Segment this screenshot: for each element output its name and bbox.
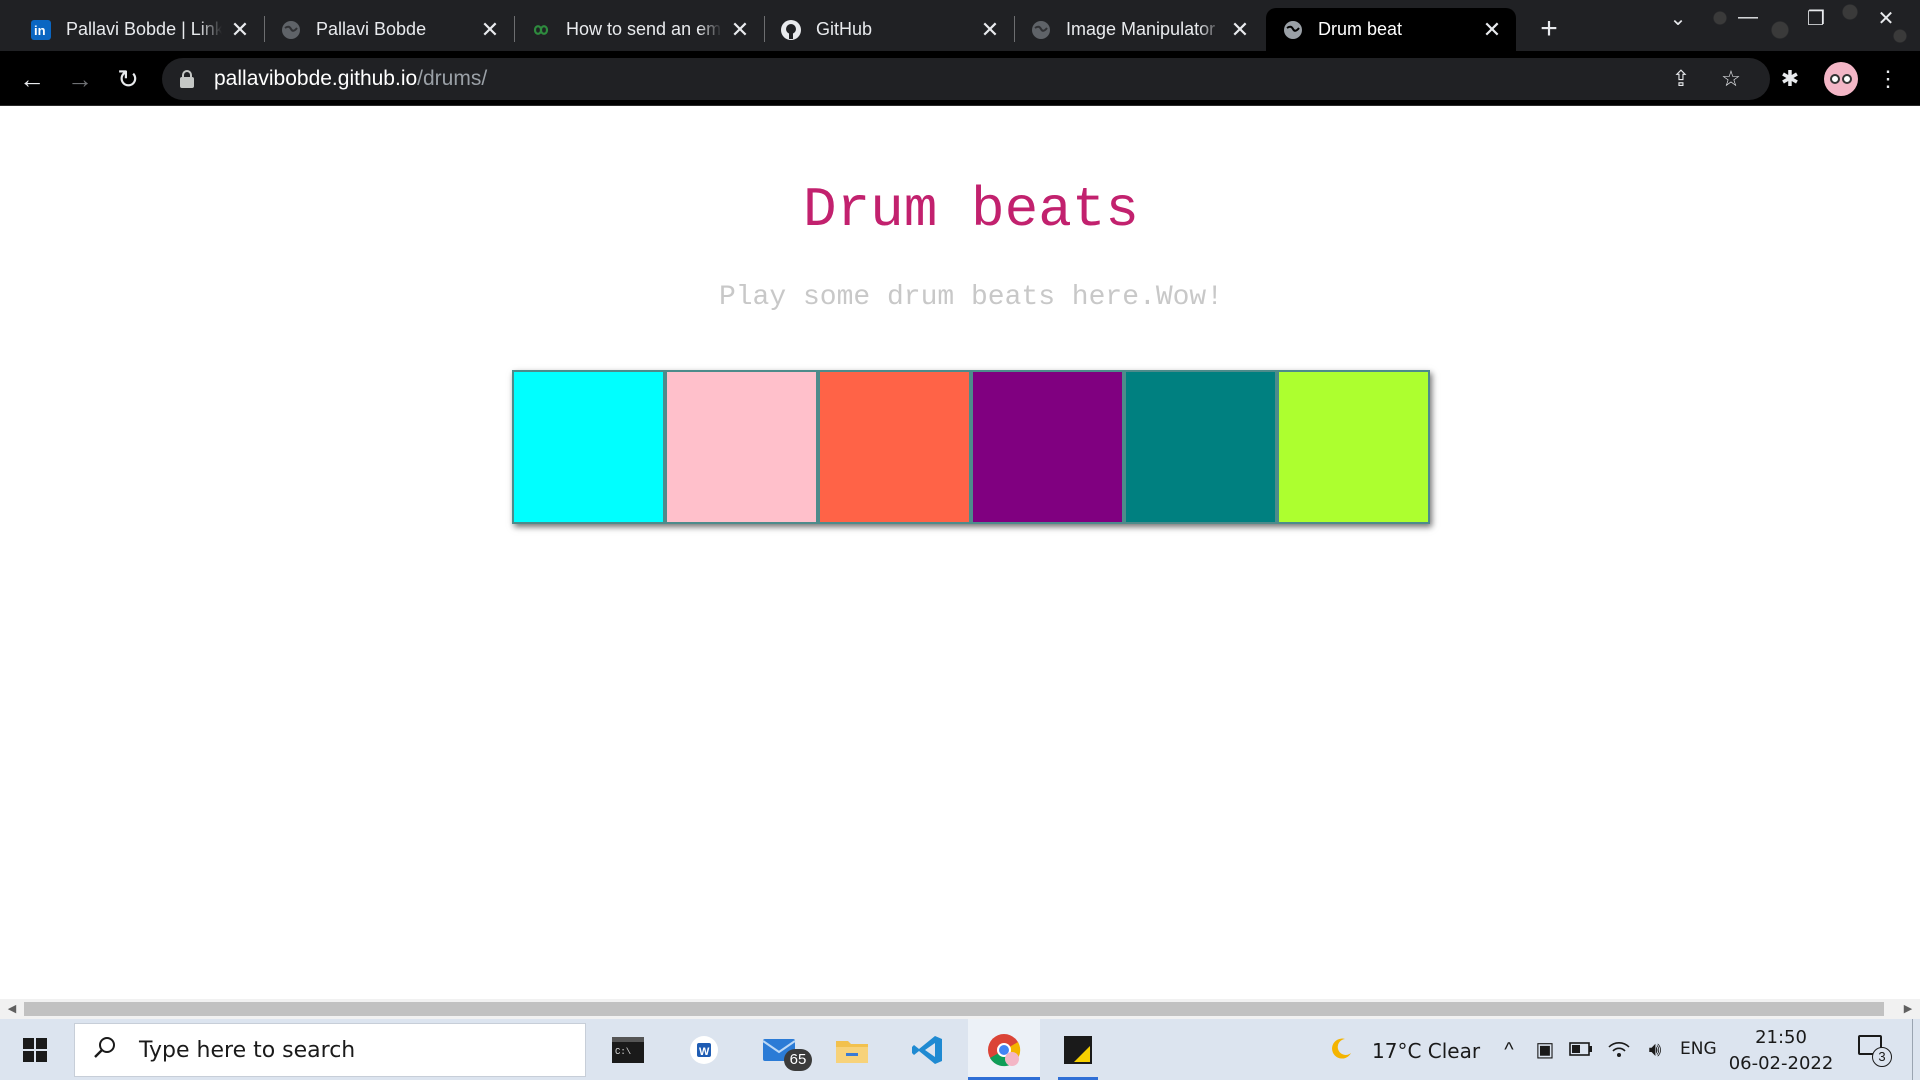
- close-icon[interactable]: ✕: [730, 18, 750, 40]
- infinity-icon: [530, 19, 552, 41]
- mail-app[interactable]: 65: [744, 1019, 816, 1080]
- tab-title: GitHub: [816, 19, 873, 39]
- drum-pad-4[interactable]: [971, 370, 1124, 524]
- tab-image-manipulator[interactable]: Image Manipulator ✕: [1014, 8, 1264, 51]
- close-icon[interactable]: ✕: [480, 18, 500, 40]
- windows-taskbar: Type here to search C:\ W 65 17°C Clear …: [0, 1019, 1920, 1080]
- clock-date: 06-02-2022: [1728, 1053, 1834, 1074]
- moon-weather-icon[interactable]: [1328, 1037, 1354, 1063]
- lock-icon[interactable]: [180, 70, 194, 88]
- word-app[interactable]: W: [668, 1019, 740, 1080]
- terminal-app[interactable]: C:\: [592, 1019, 664, 1080]
- word-icon: W: [690, 1035, 718, 1064]
- drum-pad-5[interactable]: [1124, 370, 1277, 524]
- notification-center-icon[interactable]: 3: [1856, 1033, 1892, 1067]
- profile-avatar[interactable]: [1824, 62, 1858, 96]
- url-host: pallavibobde.github.io: [214, 67, 418, 90]
- back-arrow-icon[interactable]: ←: [12, 59, 52, 99]
- url-path: /drums/: [417, 67, 488, 90]
- window-close-icon[interactable]: ✕: [1866, 6, 1906, 31]
- svg-text:C:\: C:\: [615, 1047, 631, 1057]
- browser-toolbar: ← → ↻ pallavibobde.github.io/drums/ ⇪ ☆ …: [0, 51, 1920, 106]
- minimize-icon[interactable]: —: [1728, 6, 1768, 29]
- globe-icon: [280, 19, 302, 41]
- language-indicator[interactable]: ENG: [1680, 1039, 1717, 1059]
- close-icon[interactable]: ✕: [1230, 18, 1250, 40]
- meet-now-icon[interactable]: ▣: [1532, 1037, 1558, 1063]
- tab-linkedin[interactable]: in Pallavi Bobde | LinkedIn ✕: [14, 8, 264, 51]
- tab-github[interactable]: GitHub ✕: [764, 8, 1014, 51]
- scroll-left-arrow-icon[interactable]: ◀: [2, 999, 22, 1019]
- tab-title: Pallavi Bobde: [316, 19, 427, 39]
- vscode-icon: [912, 1035, 942, 1064]
- web-page: Drum beats Play some drum beats here.Wow…: [0, 106, 1920, 999]
- scroll-right-arrow-icon[interactable]: ▶: [1898, 999, 1918, 1019]
- tab-title: How to send an email: [566, 19, 722, 39]
- drum-pad-6[interactable]: [1277, 370, 1430, 524]
- svg-text:W: W: [699, 1046, 710, 1058]
- drum-pads: [512, 370, 1430, 524]
- tab-title: Drum beat: [1318, 19, 1403, 39]
- restore-icon[interactable]: ❐: [1796, 6, 1836, 31]
- sticky-notes-app[interactable]: [1042, 1019, 1114, 1080]
- tab-search-chevron-icon[interactable]: ⌄: [1658, 6, 1698, 31]
- start-button[interactable]: [0, 1019, 70, 1080]
- horizontal-scrollbar[interactable]: ◀ ▶: [0, 999, 1920, 1019]
- sticky-notes-icon: [1064, 1035, 1092, 1064]
- linkedin-icon: in: [30, 19, 52, 41]
- battery-icon[interactable]: [1568, 1037, 1594, 1063]
- page-heading: Drum beats: [802, 178, 1140, 242]
- reload-icon[interactable]: ↻: [108, 59, 148, 99]
- close-icon[interactable]: ✕: [980, 18, 1000, 40]
- close-icon[interactable]: ✕: [230, 18, 250, 40]
- notification-count: 3: [1872, 1047, 1892, 1067]
- address-bar[interactable]: pallavibobde.github.io/drums/ ⇪ ☆: [162, 58, 1770, 100]
- vscode-app[interactable]: [892, 1019, 964, 1080]
- terminal-icon: C:\: [612, 1036, 644, 1063]
- clock[interactable]: 21:50 06-02-2022: [1716, 1025, 1846, 1077]
- chrome-app[interactable]: [968, 1019, 1040, 1080]
- tab-drum-beat[interactable]: Drum beat ✕: [1266, 8, 1516, 51]
- scrollbar-thumb[interactable]: [24, 1002, 1884, 1016]
- tab-title: Pallavi Bobde | LinkedIn: [66, 19, 222, 39]
- show-desktop-button[interactable]: [1912, 1019, 1913, 1080]
- chrome-icon: [988, 1033, 1021, 1066]
- taskbar-search-box[interactable]: Type here to search: [74, 1023, 586, 1077]
- wifi-icon[interactable]: [1606, 1037, 1632, 1063]
- github-icon: [780, 19, 802, 41]
- search-placeholder: Type here to search: [139, 1037, 356, 1063]
- volume-icon[interactable]: 🔊︎: [1642, 1037, 1668, 1063]
- new-tab-button[interactable]: +: [1528, 12, 1570, 48]
- forward-arrow-icon[interactable]: →: [60, 59, 100, 99]
- menu-kebab-icon[interactable]: ⋮: [1870, 61, 1906, 97]
- mail-badge: 65: [784, 1049, 812, 1071]
- tab-send-email[interactable]: How to send an email ✕: [514, 8, 764, 51]
- clock-time: 21:50: [1755, 1027, 1807, 1048]
- share-icon[interactable]: ⇪: [1666, 64, 1696, 94]
- tab-strip: in Pallavi Bobde | LinkedIn ✕ Pallavi Bo…: [0, 0, 1920, 51]
- search-icon: [93, 1035, 121, 1066]
- weather-text[interactable]: 17°C Clear: [1372, 1039, 1480, 1063]
- globe-icon: [1282, 19, 1304, 41]
- drum-pad-3[interactable]: [818, 370, 971, 524]
- file-explorer-app[interactable]: [816, 1019, 888, 1080]
- svg-text:in: in: [34, 23, 46, 38]
- folder-icon: [836, 1040, 868, 1063]
- close-icon[interactable]: ✕: [1482, 18, 1502, 40]
- chevron-up-icon[interactable]: ^: [1496, 1037, 1522, 1063]
- extensions-puzzle-icon[interactable]: ✱: [1772, 61, 1808, 97]
- globe-icon: [1030, 19, 1052, 41]
- bookmark-star-icon[interactable]: ☆: [1716, 64, 1746, 94]
- tab-title: Image Manipulator: [1066, 19, 1216, 39]
- drum-pad-1[interactable]: [512, 370, 665, 524]
- windows-logo-icon: [23, 1037, 47, 1062]
- tab-pallavi-bobde[interactable]: Pallavi Bobde ✕: [264, 8, 514, 51]
- url-text: pallavibobde.github.io/drums/: [214, 67, 487, 91]
- page-subtitle: Play some drum beats here.Wow!: [718, 282, 1224, 313]
- drum-pad-2[interactable]: [665, 370, 818, 524]
